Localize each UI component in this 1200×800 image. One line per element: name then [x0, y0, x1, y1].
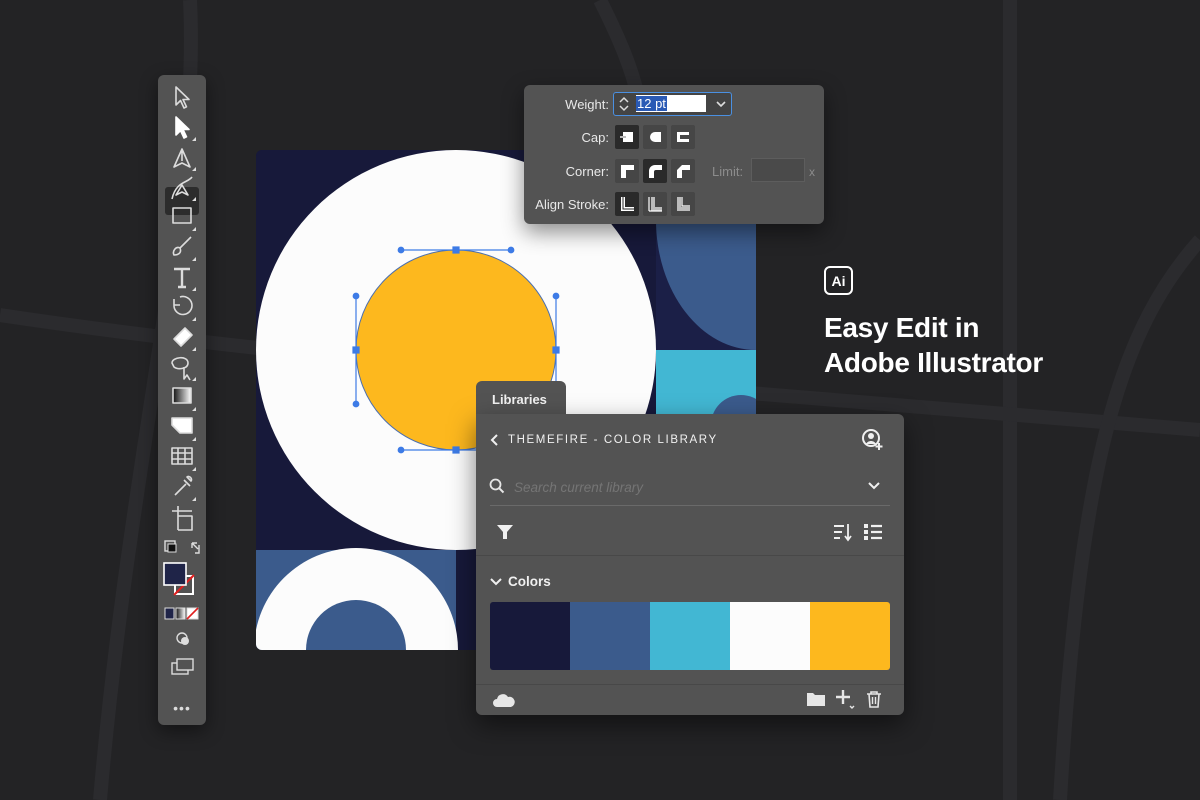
list-view-icon[interactable] — [863, 522, 883, 542]
toolbar-divider — [476, 555, 904, 556]
puppet-warp-tool-button[interactable] — [165, 427, 199, 455]
stepper-arrows-icon[interactable] — [616, 94, 632, 114]
chevron-down-icon — [490, 577, 502, 585]
miter-join-icon — [621, 165, 634, 178]
direct-selection-tool-button[interactable] — [165, 187, 199, 215]
weight-input[interactable]: 12 pt — [636, 95, 706, 112]
swatch-white[interactable] — [730, 602, 810, 670]
projecting-cap-button[interactable] — [671, 125, 695, 149]
align-outside-button[interactable] — [671, 192, 695, 216]
search-input[interactable] — [512, 474, 846, 500]
artboard-tool-button[interactable] — [165, 579, 199, 607]
rectangle-tool-button[interactable] — [165, 277, 199, 305]
limit-input[interactable] — [751, 158, 805, 182]
footer-divider — [476, 684, 904, 685]
swatch-cyan[interactable] — [650, 602, 730, 670]
ai-logo: Ai — [824, 266, 853, 295]
stroke-panel: Weight: 12 pt Cap: Corner: Limit: x Alig… — [524, 85, 824, 224]
butt-cap-button[interactable] — [615, 125, 639, 149]
chevron-down-icon[interactable] — [867, 480, 881, 492]
search-icon — [489, 478, 505, 494]
projecting-cap-icon — [677, 132, 689, 142]
library-name: THEMEFIRE - COLOR LIBRARY — [508, 434, 718, 446]
ai-logo-text: Ai — [831, 272, 846, 289]
align-inside-button[interactable] — [643, 192, 667, 216]
swatch-navy[interactable] — [490, 602, 570, 670]
more-tools-button[interactable]: ••• — [158, 700, 206, 716]
align-stroke-inside-icon — [648, 197, 662, 212]
cloud-icon[interactable] — [492, 692, 516, 708]
library-breadcrumb[interactable]: THEMEFIRE - COLOR LIBRARY — [490, 432, 718, 448]
eyedropper-tool-button[interactable] — [165, 547, 199, 575]
colors-section-label: Colors — [508, 574, 551, 589]
selection-tool-button[interactable] — [165, 158, 199, 186]
limit-label: Limit: — [712, 164, 744, 179]
pen-tool-button[interactable] — [165, 217, 199, 245]
round-join-button[interactable] — [643, 159, 667, 183]
align-center-button[interactable] — [615, 192, 639, 216]
folder-icon[interactable] — [806, 690, 826, 708]
round-cap-icon — [650, 132, 661, 142]
search-divider — [490, 505, 890, 506]
miter-join-button[interactable] — [615, 159, 639, 183]
libraries-tab-label: Libraries — [492, 391, 547, 407]
align-stroke-label: Align Stroke: — [535, 197, 609, 212]
limit-unit: x — [809, 165, 815, 179]
rotate-tool-button[interactable] — [165, 367, 199, 395]
type-tool-button[interactable] — [165, 337, 199, 365]
add-icon[interactable] — [834, 688, 856, 710]
swatch-yellow[interactable] — [810, 602, 890, 670]
paintbrush-tool-button[interactable] — [165, 307, 199, 335]
butt-cap-icon — [620, 132, 633, 142]
trash-icon[interactable] — [865, 690, 883, 708]
curvature-tool-button[interactable] — [165, 247, 199, 275]
sort-icon[interactable] — [833, 522, 853, 542]
cap-label: Cap: — [581, 130, 609, 145]
round-cap-button[interactable] — [643, 125, 667, 149]
bevel-join-button[interactable] — [671, 159, 695, 183]
mesh-tool-button[interactable] — [165, 517, 199, 545]
align-stroke-center-icon — [621, 197, 634, 211]
shape-builder-tool-button[interactable] — [165, 487, 199, 515]
colors-section-header[interactable]: Colors — [490, 574, 551, 589]
tools-panel — [158, 75, 206, 725]
round-join-icon — [649, 165, 662, 178]
weight-stepper[interactable]: 12 pt — [613, 92, 732, 116]
eraser-tool-button[interactable] — [165, 397, 199, 425]
headline-line-2: Adobe Illustrator — [824, 347, 1043, 378]
chevron-down-icon[interactable] — [715, 98, 727, 110]
headline-line-1: Easy Edit in — [824, 312, 980, 343]
align-stroke-outside-icon — [677, 197, 690, 211]
filter-icon[interactable] — [496, 523, 514, 541]
tab-libraries[interactable]: Libraries — [476, 381, 566, 417]
add-collaborator-icon[interactable] — [862, 429, 884, 451]
gradient-tool-button[interactable] — [165, 457, 199, 485]
weight-value: 12 pt — [636, 96, 667, 111]
weight-label: Weight: — [565, 97, 609, 112]
bevel-join-icon — [677, 165, 690, 178]
chevron-left-icon[interactable] — [490, 434, 500, 446]
swatch-blue[interactable] — [570, 602, 650, 670]
corner-label: Corner: — [565, 164, 609, 179]
